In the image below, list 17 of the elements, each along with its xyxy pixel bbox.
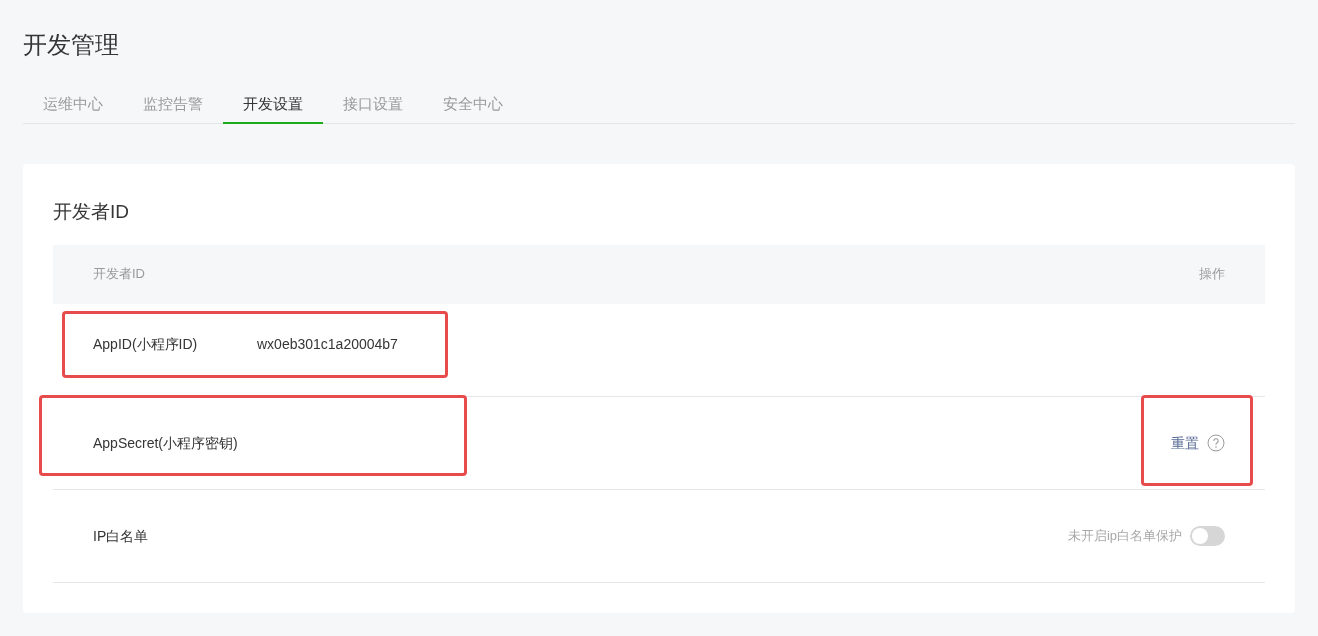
row-label: IP白名单 [93,526,150,546]
row-label: AppID(小程序ID) [93,334,199,354]
toggle-switch[interactable] [1190,525,1225,546]
tab[interactable]: 监控告警 [123,86,223,124]
column-header: 开发者ID [93,265,145,284]
tab[interactable]: 运维中心 [23,86,123,124]
tab[interactable]: 开发设置 [223,86,323,124]
help-icon[interactable] [1207,433,1225,452]
toggle-status: 未开启ip白名单保护 [1067,526,1182,545]
reset-link[interactable]: 重置 [1171,432,1199,453]
tab[interactable]: 接口设置 [323,86,423,124]
app-id-value: wx0eb301c1a20004b7 [257,334,398,354]
page-title: 开发管理 [23,30,120,60]
column-header: 操作 [1199,265,1225,284]
section-title: 开发者ID [53,200,130,224]
row-label: AppSecret(小程序密钥) [93,433,239,453]
tab[interactable]: 安全中心 [423,86,523,124]
